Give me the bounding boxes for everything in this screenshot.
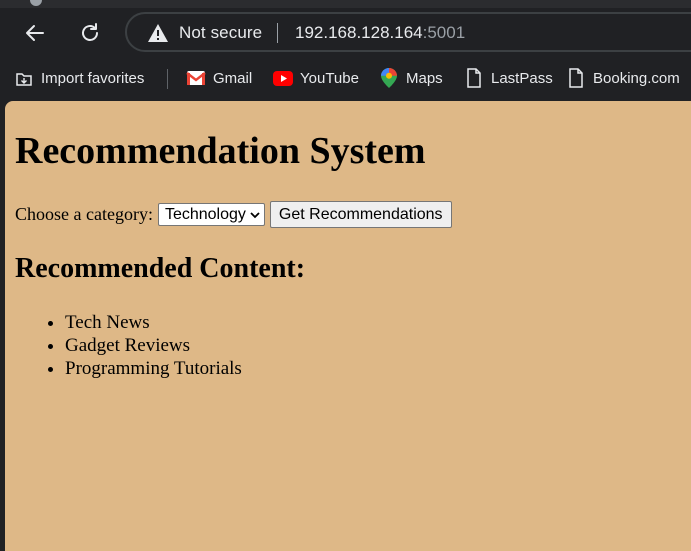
bookmark-import-favorites[interactable]: Import favorites [14,66,144,90]
bookmark-label: Maps [406,69,443,87]
back-button[interactable] [19,17,51,49]
category-selected-value: Technology [164,205,246,223]
page-viewport: Recommendation System Choose a category:… [5,101,691,551]
reload-button[interactable] [74,17,106,49]
omnibox-divider [277,23,278,43]
page-title: Recommendation System [15,130,426,172]
bookmark-booking[interactable]: Booking.com [566,66,680,90]
bookmark-label: Booking.com [593,69,680,87]
tab-strip [0,0,691,8]
bookmarks-bar: Import favorites Gmail YouTube Maps Last… [0,62,691,94]
browser-toolbar: Not secure 192.168.128.164:5001 [0,0,691,62]
tab-favicon [30,0,42,6]
category-select[interactable]: Technology [157,203,265,226]
security-status[interactable]: Not secure [179,23,262,43]
bookmark-label: LastPass [491,69,553,87]
reload-icon [82,23,98,41]
maps-icon [379,68,399,88]
youtube-icon [273,68,293,88]
import-icon [14,68,34,88]
list-item: Programming Tutorials [65,357,242,380]
bookmarks-divider [167,69,168,89]
back-arrow-icon [26,25,44,41]
bookmark-label: Gmail [213,69,253,87]
gmail-icon [186,68,206,88]
url-host: 192.168.128.164 [295,23,423,42]
url-port: :5001 [422,23,466,42]
results-heading: Recommended Content: [15,253,306,284]
category-form: Choose a category: Technology Get Recomm… [15,201,452,228]
url-text[interactable]: 192.168.128.164:5001 [295,23,465,43]
bookmark-youtube[interactable]: YouTube [273,66,359,90]
list-item: Tech News [65,311,242,334]
bookmark-label: Import favorites [41,69,145,87]
chevron-down-icon [250,211,260,218]
bookmark-gmail[interactable]: Gmail [186,66,252,90]
address-bar[interactable]: Not secure 192.168.128.164:5001 [125,12,691,52]
page-icon [566,68,586,88]
bookmark-lastpass[interactable]: LastPass [464,66,553,90]
page-icon [464,68,484,88]
warning-icon [148,24,168,42]
recommendation-list: Tech News Gadget Reviews Programming Tut… [15,311,242,380]
bookmark-maps[interactable]: Maps [379,66,443,90]
list-item: Gadget Reviews [65,334,242,357]
get-recommendations-button[interactable]: Get Recommendations [269,201,452,228]
bookmark-label: YouTube [300,69,359,87]
category-label: Choose a category: [15,204,153,224]
